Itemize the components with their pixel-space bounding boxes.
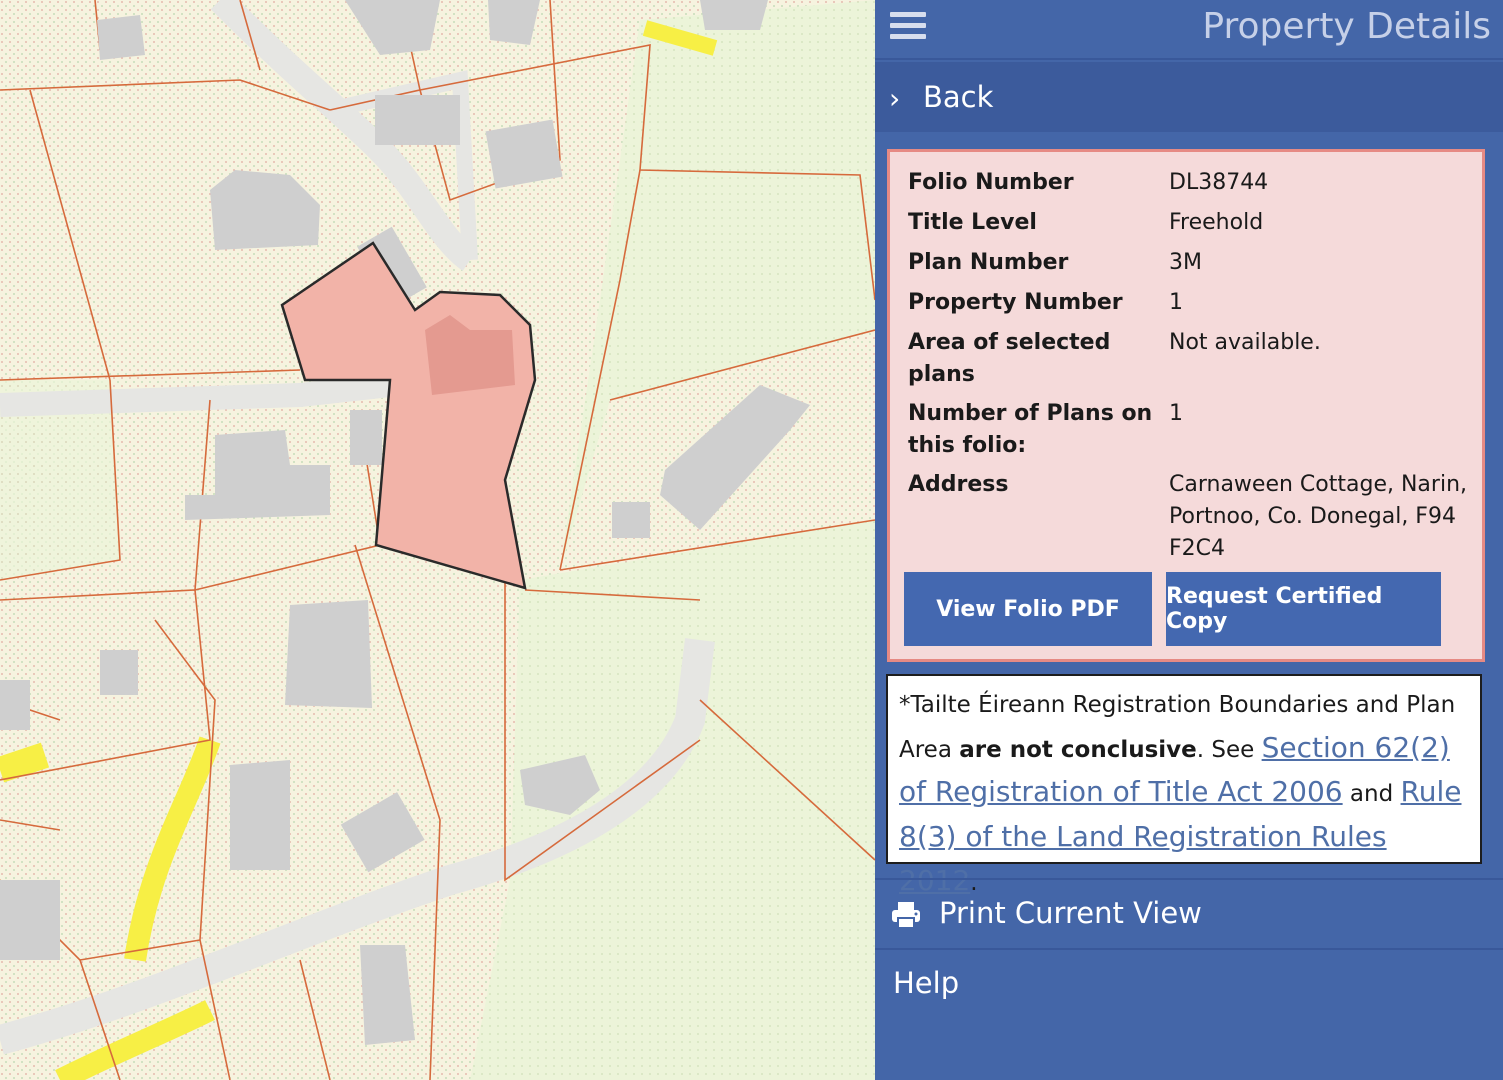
help-label: Help bbox=[893, 966, 960, 1000]
panel-title: Property Details bbox=[1202, 6, 1491, 47]
disclaimer-bold: are not conclusive bbox=[959, 736, 1197, 763]
print-label: Print Current View bbox=[939, 896, 1202, 930]
yellow-road bbox=[0, 742, 50, 783]
detail-value: Carnaween Cottage, Narin, Portnoo, Co. D… bbox=[1169, 472, 1467, 561]
back-button[interactable]: › Back bbox=[875, 62, 1503, 132]
disclaimer-text: . See bbox=[1196, 736, 1262, 763]
chevron-right-icon: › bbox=[889, 82, 901, 115]
detail-value: DL38744 bbox=[1169, 170, 1269, 195]
detail-value: 1 bbox=[1169, 290, 1183, 315]
disclaimer-text: and bbox=[1342, 781, 1401, 807]
print-current-view-button[interactable]: Print Current View bbox=[875, 878, 1503, 950]
back-label: Back bbox=[923, 80, 994, 114]
detail-value: Freehold bbox=[1169, 210, 1264, 235]
detail-key: Number of Plans on this folio: bbox=[908, 401, 1153, 458]
detail-key: Area of selected plans bbox=[908, 330, 1111, 387]
detail-value: 1 bbox=[1169, 401, 1183, 426]
hamburger-icon[interactable] bbox=[890, 12, 926, 40]
disclaimer-note: *Tailte Éireann Registration Boundaries … bbox=[886, 674, 1482, 897]
printer-icon bbox=[892, 902, 920, 929]
detail-key: Property Number bbox=[908, 290, 1123, 315]
view-folio-pdf-button[interactable]: View Folio PDF bbox=[904, 572, 1152, 646]
detail-key: Plan Number bbox=[908, 250, 1069, 275]
request-certified-copy-button[interactable]: Request Certified Copy bbox=[1166, 572, 1441, 646]
detail-value: 3M bbox=[1169, 250, 1202, 275]
help-button[interactable]: Help bbox=[875, 948, 1503, 1020]
map-canvas[interactable] bbox=[0, 0, 875, 1080]
folio-details-card: Folio Number DL38744 Title Level Freehol… bbox=[887, 149, 1485, 662]
panel-header: Property Details bbox=[875, 0, 1503, 60]
detail-key: Address bbox=[908, 472, 1009, 497]
detail-key: Title Level bbox=[908, 210, 1037, 235]
property-panel: Property Details › Back Folio Number DL3… bbox=[875, 0, 1503, 1080]
map-view[interactable] bbox=[0, 0, 875, 1080]
detail-value: Not available. bbox=[1169, 330, 1321, 355]
detail-key: Folio Number bbox=[908, 170, 1074, 195]
